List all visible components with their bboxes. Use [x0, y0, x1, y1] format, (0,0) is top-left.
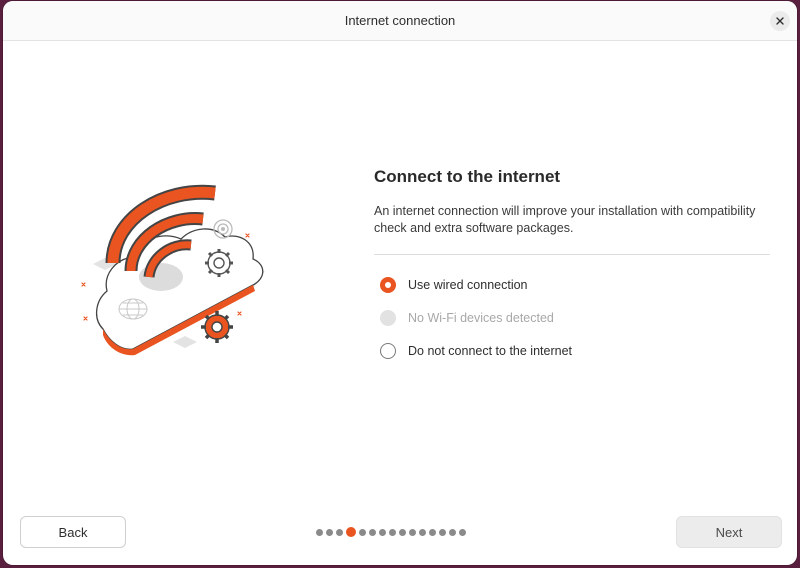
option-label-no-connection: Do not connect to the internet [408, 344, 572, 358]
radio-no-connection[interactable] [380, 343, 396, 359]
progress-dot [419, 528, 426, 536]
installer-window: Internet connection Connect to the inter… [3, 1, 797, 565]
radio-wifi [380, 310, 396, 326]
progress-dot [369, 528, 376, 536]
back-button[interactable]: Back [20, 516, 126, 548]
option-label-wifi: No Wi-Fi devices detected [408, 311, 554, 325]
option-wifi: No Wi-Fi devices detected [374, 308, 770, 328]
main-content: Connect to the internet An internet conn… [374, 167, 770, 374]
close-icon [776, 17, 784, 25]
progress-dot [429, 528, 436, 536]
internet-cloud-illustration [81, 184, 265, 356]
titlebar: Internet connection [3, 1, 797, 41]
option-label-wired: Use wired connection [408, 278, 528, 292]
page-description: An internet connection will improve your… [374, 204, 756, 235]
radio-wired-connection[interactable] [380, 277, 396, 293]
progress-dot [439, 528, 446, 536]
window-title: Internet connection [344, 13, 456, 28]
progress-dot [359, 528, 366, 536]
close-button[interactable] [770, 11, 790, 31]
connection-options: Use wired connection No Wi-Fi devices de… [374, 275, 770, 361]
progress-dot [379, 528, 386, 536]
progress-dot [316, 528, 323, 536]
page-heading: Connect to the internet [374, 167, 561, 186]
progress-dot-active [346, 527, 356, 537]
option-no-connection[interactable]: Do not connect to the internet [374, 341, 770, 361]
progress-dot [389, 528, 396, 536]
progress-dots [316, 527, 466, 537]
progress-dot [326, 528, 333, 536]
progress-dot [409, 528, 416, 536]
divider [374, 254, 770, 255]
next-button[interactable]: Next [676, 516, 782, 548]
progress-dot [459, 528, 466, 536]
option-wired-connection[interactable]: Use wired connection [374, 275, 770, 295]
progress-dot [336, 528, 343, 536]
progress-dot [449, 528, 456, 536]
progress-dot [399, 528, 406, 536]
